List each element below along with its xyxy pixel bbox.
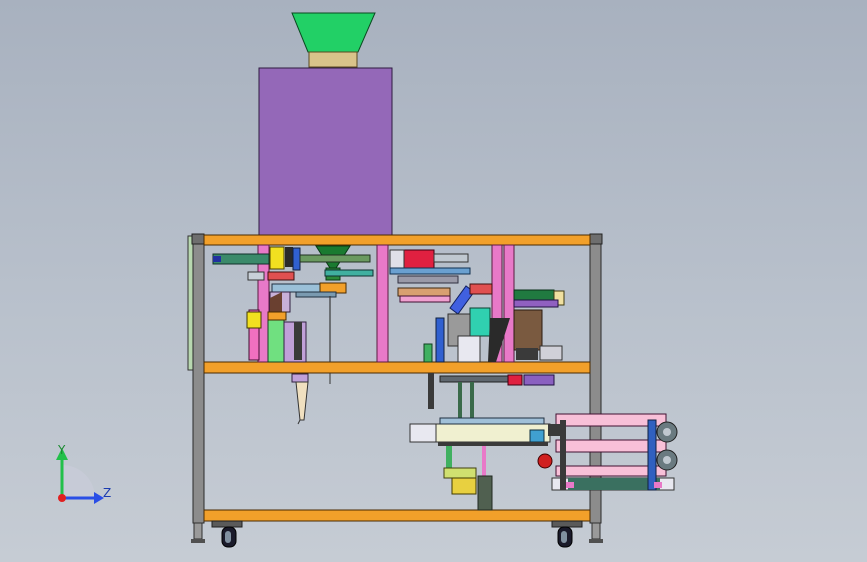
- roller-frame-left: [560, 420, 566, 490]
- grey-rod: [433, 253, 469, 263]
- triad-quadrant: [62, 465, 95, 498]
- post-cap-left: [191, 233, 205, 245]
- dark-bracket: [285, 247, 293, 267]
- dark-base: [516, 348, 538, 360]
- grey-rail: [397, 275, 459, 284]
- middle-shelf: [203, 361, 591, 374]
- frame-post-left: [192, 236, 205, 524]
- green-cylinder: [513, 289, 555, 301]
- pink-drop: [482, 446, 486, 476]
- tray-marker-2: [654, 482, 662, 488]
- white-cap: [389, 249, 405, 269]
- cross-bar: [439, 375, 515, 383]
- hanger-rod: [428, 373, 434, 409]
- roller-hub-2: [663, 456, 671, 464]
- cylinder-endcap: [213, 256, 221, 262]
- blue-post: [435, 317, 445, 363]
- dark-rod: [294, 322, 302, 360]
- post-cap-right: [589, 233, 603, 245]
- sealer-end: [529, 429, 545, 443]
- yellow-box: [451, 477, 477, 495]
- yellow-clip: [246, 311, 262, 329]
- cylinder-left: [212, 253, 270, 265]
- horizontal-rod: [299, 254, 371, 263]
- leveling-foot-left: [193, 522, 203, 540]
- former-cap: [291, 373, 309, 383]
- purple-switch: [523, 374, 555, 386]
- purple-bar: [513, 299, 559, 308]
- gear-box: [548, 424, 560, 436]
- foot-pad-right: [589, 539, 603, 543]
- hopper-funnel: [291, 12, 376, 53]
- grey-block: [247, 271, 265, 281]
- red-knob: [537, 453, 553, 469]
- tan-rail: [397, 287, 451, 297]
- yellow-block: [269, 246, 285, 270]
- blue-rail: [389, 267, 471, 275]
- coupling: [539, 345, 563, 361]
- green-drop: [446, 446, 452, 470]
- hopper-collar: [308, 51, 358, 68]
- roller-hub-1: [663, 428, 671, 436]
- axis-origin: [58, 494, 66, 502]
- caster-plate-left: [211, 520, 243, 528]
- sealer-rail: [439, 417, 545, 425]
- pink-column-2: [376, 244, 389, 363]
- cad-viewport[interactable]: Y Z: [0, 0, 867, 562]
- foot-pad-left: [191, 539, 205, 543]
- red-link: [469, 283, 493, 295]
- top-shelf: [203, 234, 591, 246]
- vertical-rod-1: [458, 382, 462, 418]
- axis-y-label: Y: [57, 443, 66, 457]
- axis-triad[interactable]: Y Z: [56, 443, 111, 504]
- guide-rail: [271, 283, 321, 293]
- leveling-foot-right: [591, 522, 601, 540]
- yellow-lower: [443, 467, 477, 479]
- white-guide: [457, 335, 481, 363]
- storage-bin: [258, 67, 393, 239]
- sealer-cap: [409, 423, 437, 443]
- forming-mechanism: [291, 373, 678, 511]
- axis-z-label: Z: [103, 486, 111, 500]
- vertical-rod-2: [470, 382, 474, 418]
- caster-hub-left: [225, 531, 231, 543]
- pink-rail: [399, 295, 451, 303]
- red-clamp: [267, 271, 295, 281]
- teal-rail: [324, 269, 374, 277]
- orange-cap: [267, 311, 287, 321]
- bottom-shelf: [203, 509, 591, 522]
- teal-block: [469, 307, 491, 337]
- caster-hub-right: [561, 531, 567, 543]
- pink-column-4: [503, 244, 515, 363]
- hopper-assembly: [258, 12, 393, 239]
- tray-marker-1: [566, 482, 574, 488]
- caster-plate-right: [551, 520, 583, 528]
- base-tray-inner: [568, 478, 660, 490]
- green-plate: [267, 315, 285, 363]
- brown-motor: [513, 309, 543, 351]
- casters: [191, 520, 603, 548]
- forming-tube: [295, 381, 309, 421]
- blue-bracket: [292, 247, 301, 271]
- tube-tip: [297, 419, 301, 425]
- dark-green-post: [477, 475, 493, 511]
- small-green: [423, 343, 433, 363]
- roller-frame-right: [647, 419, 657, 491]
- sealer-base: [438, 442, 548, 446]
- red-switch: [507, 374, 523, 386]
